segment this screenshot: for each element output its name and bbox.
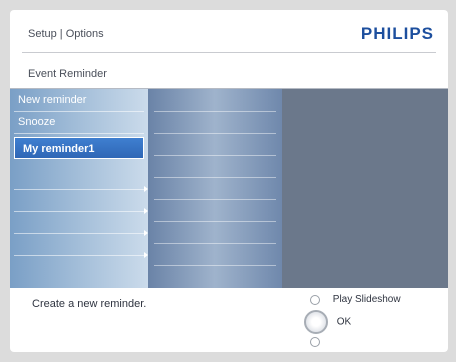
menu-item-my-reminder1[interactable]: My reminder1: [14, 137, 144, 159]
submenu-divider: [154, 177, 276, 178]
hint-label: OK: [336, 316, 352, 328]
submenu-divider: [154, 265, 276, 266]
settings-screen: Setup | Options PHILIPS Event Reminder N…: [10, 10, 448, 352]
submenu-divider: [154, 155, 276, 156]
hint-ok[interactable]: OK: [304, 310, 352, 334]
small-circle-icon: [310, 336, 320, 347]
menu-column: New reminder Snooze My reminder1: [10, 89, 148, 288]
menu-divider: [14, 255, 144, 256]
menu-item-new-reminder[interactable]: New reminder: [10, 89, 148, 111]
menu-divider: [14, 211, 144, 212]
hint-label: Play Slideshow: [332, 294, 401, 305]
submenu-divider: [154, 133, 276, 134]
menu-area: New reminder Snooze My reminder1: [10, 89, 448, 288]
small-circle-icon: [310, 294, 320, 305]
menu-item-snooze[interactable]: Snooze: [10, 111, 148, 133]
status-text: Create a new reminder.: [32, 298, 147, 310]
page-title: Event Reminder: [28, 68, 107, 80]
submenu-column: [148, 89, 282, 288]
ok-button-icon: [304, 310, 328, 334]
footer: Create a new reminder. Play Slideshow OK: [10, 288, 448, 352]
breadcrumb: Setup | Options: [28, 28, 104, 40]
brand-logo: PHILIPS: [360, 24, 434, 43]
submenu-divider: [154, 111, 276, 112]
hint-down[interactable]: [310, 336, 330, 347]
header-divider: [22, 52, 436, 53]
submenu-divider: [154, 221, 276, 222]
header: Setup | Options PHILIPS: [10, 10, 448, 62]
submenu-divider: [154, 243, 276, 244]
submenu-divider: [154, 199, 276, 200]
preview-panel: [282, 89, 448, 288]
menu-divider: [14, 133, 144, 134]
hint-play-slideshow[interactable]: Play Slideshow: [310, 294, 401, 305]
menu-divider: [14, 189, 144, 190]
menu-divider: [14, 233, 144, 234]
